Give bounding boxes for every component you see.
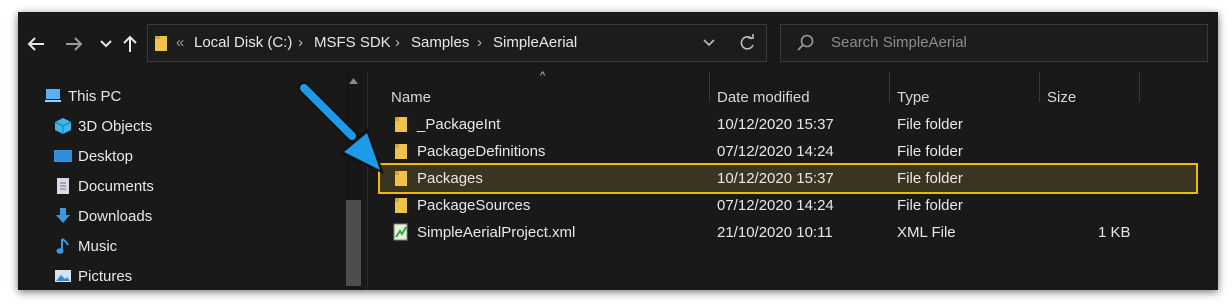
breadcrumb-separator[interactable]: › <box>395 25 400 61</box>
sidebar-item-label: Downloads <box>78 207 153 225</box>
file-row-highlighted[interactable]: Packages 10/12/2020 15:37 File folder <box>378 163 1198 194</box>
folder-icon <box>395 171 407 186</box>
file-type: File folder <box>897 143 963 160</box>
search-box[interactable]: Search SimpleAerial <box>780 24 1208 62</box>
file-type: File folder <box>897 170 963 187</box>
search-input[interactable]: Search SimpleAerial <box>831 25 967 61</box>
navigation-bar: « Local Disk (C:) › MSFS SDK › Samples ›… <box>18 12 1218 72</box>
recent-locations-button[interactable] <box>96 30 116 58</box>
back-button[interactable] <box>24 30 48 58</box>
folder-icon <box>395 198 407 213</box>
file-date: 07/12/2020 14:24 <box>717 197 834 214</box>
file-row[interactable]: PackageDefinitions 07/12/2020 14:24 File… <box>378 138 1198 165</box>
file-name: Packages <box>417 170 483 187</box>
file-explorer-window: « Local Disk (C:) › MSFS SDK › Samples ›… <box>18 12 1218 290</box>
sidebar-item-label: This PC <box>68 87 122 105</box>
breadcrumb-separator[interactable]: › <box>298 25 303 61</box>
music-icon <box>52 236 74 256</box>
sidebar-item-downloads[interactable]: Downloads <box>52 204 152 228</box>
up-button[interactable] <box>120 30 140 58</box>
file-name: _PackageInt <box>417 116 501 133</box>
sidebar-item-desktop[interactable]: Desktop <box>52 144 133 168</box>
column-separator[interactable] <box>709 72 710 102</box>
breadcrumb-samples[interactable]: Samples <box>411 25 469 61</box>
sort-ascending-icon: ^ <box>540 70 546 82</box>
folder-icon <box>155 36 167 51</box>
file-type: File folder <box>897 116 963 133</box>
arrow-left-icon <box>27 37 44 51</box>
callout-arrow-icon <box>298 82 384 174</box>
desktop-icon <box>52 146 74 166</box>
sidebar-item-pictures[interactable]: Pictures <box>52 264 132 288</box>
file-row[interactable]: PackageSources 07/12/2020 14:24 File fol… <box>378 192 1198 219</box>
file-date: 21/10/2020 10:11 <box>717 224 833 241</box>
folder-icon <box>395 117 407 132</box>
breadcrumb-separator[interactable]: › <box>477 25 482 61</box>
address-dropdown-icon[interactable] <box>703 39 715 48</box>
sidebar-item-label: Pictures <box>78 267 133 285</box>
sidebar-item-this-pc[interactable]: This PC <box>42 84 121 108</box>
sidebar-item-label: Documents <box>78 177 154 195</box>
file-name: SimpleAerialProject.xml <box>417 224 576 241</box>
folder-icon <box>395 144 407 159</box>
file-row[interactable]: _PackageInt 10/12/2020 15:37 File folder <box>378 111 1198 138</box>
column-separator[interactable] <box>889 72 890 102</box>
downloads-icon <box>52 206 74 226</box>
file-name: PackageDefinitions <box>417 143 546 160</box>
chevron-down-icon <box>100 40 112 48</box>
file-type: File folder <box>897 197 963 214</box>
breadcrumb-msfs-sdk[interactable]: MSFS SDK <box>314 25 391 61</box>
refresh-icon[interactable] <box>738 34 756 52</box>
address-overflow[interactable]: « <box>176 25 184 61</box>
xml-file-icon <box>393 223 408 241</box>
sidebar-item-music[interactable]: Music <box>52 234 117 258</box>
file-date: 07/12/2020 14:24 <box>717 143 834 160</box>
pictures-icon <box>52 266 74 286</box>
breadcrumb-local-disk[interactable]: Local Disk (C:) <box>194 25 292 61</box>
arrow-right-icon <box>66 37 83 51</box>
address-bar[interactable]: « Local Disk (C:) › MSFS SDK › Samples ›… <box>147 24 767 62</box>
file-name: PackageSources <box>417 197 531 214</box>
column-separator[interactable] <box>1039 72 1040 102</box>
arrow-up-icon <box>123 35 137 52</box>
sidebar-item-label: Music <box>78 237 118 255</box>
file-date: 10/12/2020 15:37 <box>717 116 834 133</box>
file-date: 10/12/2020 15:37 <box>717 170 834 187</box>
file-row[interactable]: SimpleAerialProject.xml 21/10/2020 10:11… <box>378 219 1198 246</box>
sidebar-item-label: Desktop <box>78 147 134 165</box>
sidebar-item-documents[interactable]: Documents <box>52 174 154 198</box>
documents-icon <box>52 176 74 196</box>
breadcrumb-simpleaerial[interactable]: SimpleAerial <box>493 25 577 61</box>
forward-button[interactable] <box>62 30 86 58</box>
file-size: 1 KB <box>1098 224 1131 241</box>
this-pc-icon <box>42 86 64 106</box>
navigation-scrollbar-thumb[interactable] <box>346 200 361 286</box>
column-separator[interactable] <box>1139 72 1140 102</box>
sidebar-item-3d-objects[interactable]: 3D Objects <box>52 114 152 138</box>
3d-objects-icon <box>52 116 74 136</box>
file-list: ^ Name Date modified Type Size _PackageI… <box>368 70 1218 290</box>
sidebar-item-label: 3D Objects <box>78 117 153 135</box>
search-icon <box>797 34 814 51</box>
file-type: XML File <box>897 224 956 241</box>
